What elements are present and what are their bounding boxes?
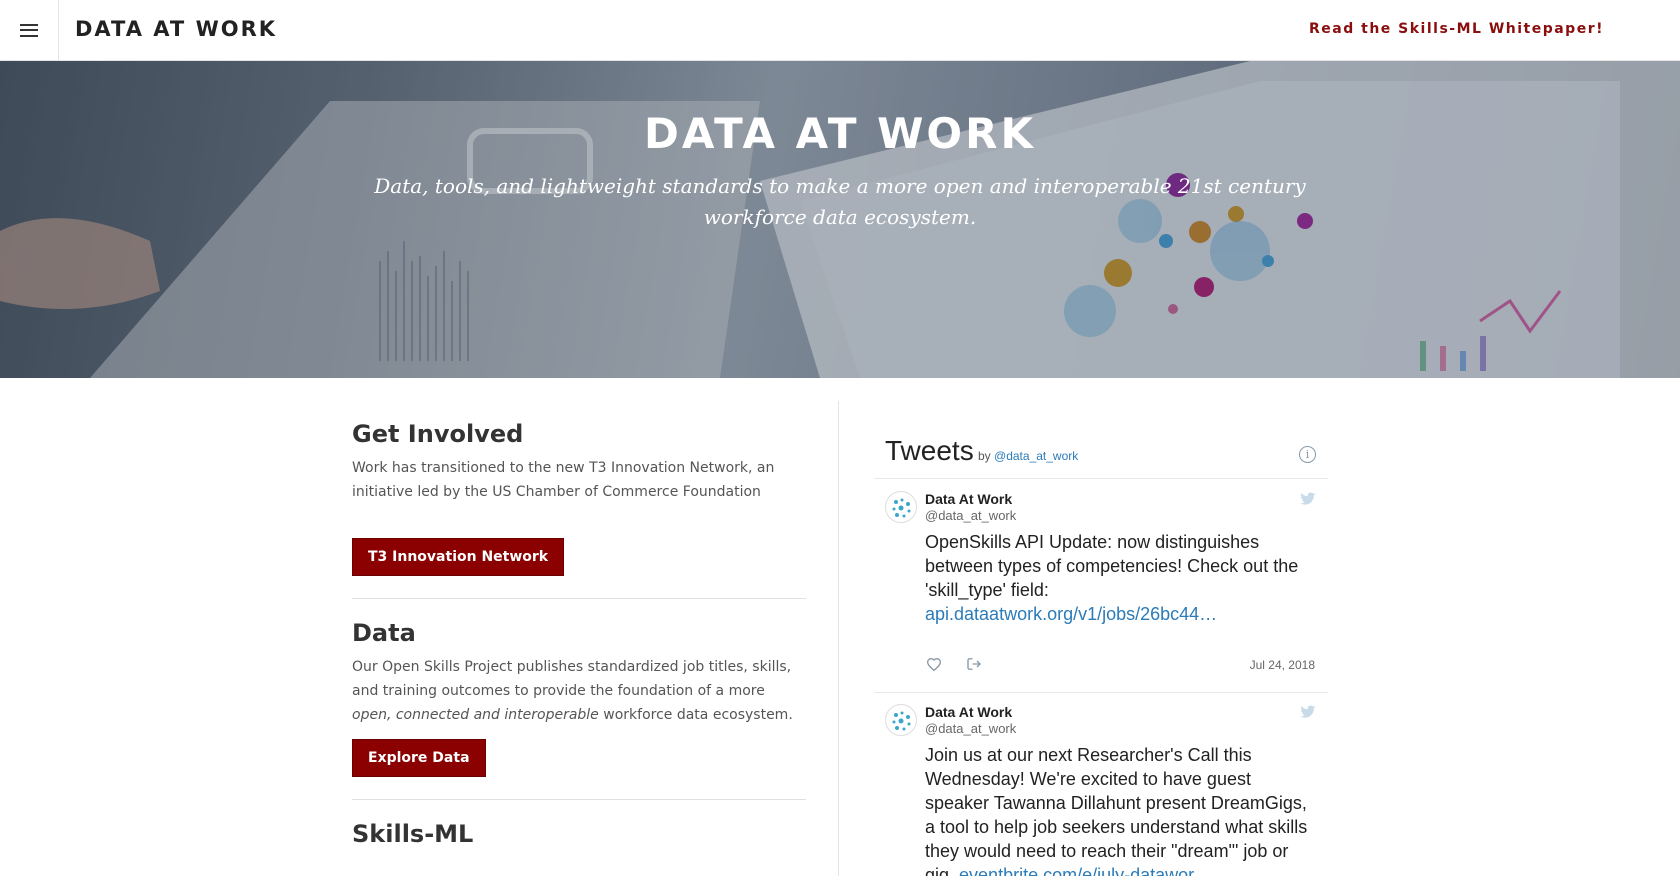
data-text: Our Open Skills Project publishes standa… <box>352 655 806 727</box>
main-content: Get Involved Work has transitioned to th… <box>352 420 806 848</box>
timeline-handle-link[interactable]: @data_at_work <box>994 449 1078 463</box>
get-involved-section: Get Involved Work has transitioned to th… <box>352 420 806 576</box>
tweet-author-handle[interactable]: @data_at_work <box>925 721 1016 736</box>
tweet[interactable]: Data At Work @data_at_work Join us at ou… <box>874 693 1328 876</box>
like-heart-icon[interactable] <box>925 655 943 673</box>
explore-data-button[interactable]: Explore Data <box>352 739 486 777</box>
hero-subtitle: Data, tools, and lightweight standards t… <box>374 174 1306 229</box>
tweet-author-name[interactable]: Data At Work <box>925 704 1012 720</box>
data-text-part: workforce data ecosystem. <box>598 707 793 723</box>
data-text-part: Our Open Skills Project publishes standa… <box>352 659 792 699</box>
avatar-dots-icon <box>892 498 911 518</box>
t3-innovation-network-button[interactable]: T3 Innovation Network <box>352 538 565 576</box>
tweet-author-name[interactable]: Data At Work <box>925 491 1012 507</box>
tweet-link[interactable]: api.dataatwork.org/v1/jobs/26bc44… <box>925 604 1217 624</box>
section-divider <box>352 598 806 599</box>
skills-ml-title: Skills-ML <box>352 820 474 848</box>
get-involved-text: Work has transitioned to the new T3 Inno… <box>352 460 775 500</box>
tweet-link[interactable]: eventbrite.com/e/july-datawor… <box>959 865 1212 876</box>
menu-button[interactable] <box>0 0 59 60</box>
data-section: Data Our Open Skills Project publishes s… <box>352 619 806 777</box>
twitter-bird-icon[interactable] <box>1300 492 1316 506</box>
avatar[interactable] <box>885 704 917 736</box>
site-brand[interactable]: DATA AT WORK <box>75 17 277 41</box>
timeline-header: Tweets by @data_at_work i <box>874 420 1328 479</box>
section-divider <box>352 799 806 800</box>
hero-banner: DATA AT WORK Data, tools, and lightweigh… <box>0 61 1680 378</box>
timeline-title: Tweets <box>885 435 974 466</box>
tweet[interactable]: Data At Work @data_at_work OpenSkills AP… <box>874 480 1328 693</box>
data-text-emphasis: open, connected and interoperable <box>352 707 599 723</box>
tweet-body: OpenSkills API Update: now distinguishes… <box>925 532 1299 600</box>
skills-ml-section: Skills-ML <box>352 820 806 848</box>
share-icon[interactable] <box>965 655 983 673</box>
avatar-dots-icon <box>892 711 911 731</box>
twitter-bird-icon[interactable] <box>1300 705 1316 719</box>
data-title: Data <box>352 619 416 647</box>
tweet-author-handle[interactable]: @data_at_work <box>925 508 1016 523</box>
byline-label: by <box>978 449 991 463</box>
hamburger-menu-icon <box>20 23 38 37</box>
top-navbar: DATA AT WORK Read the Skills-ML Whitepap… <box>0 0 1680 61</box>
twitter-timeline: Tweets by @data_at_work i Data At Work @… <box>874 420 1328 876</box>
tweet-text: Join us at our next Researcher's Call th… <box>925 743 1315 876</box>
whitepaper-link[interactable]: Read the Skills-ML Whitepaper! <box>1309 21 1604 37</box>
hero-title: DATA AT WORK <box>643 109 1037 158</box>
timeline-byline: by @data_at_work <box>978 449 1078 463</box>
tweet-body: Join us at our next Researcher's Call th… <box>925 745 1308 876</box>
info-icon[interactable]: i <box>1299 446 1316 463</box>
column-divider <box>838 401 839 876</box>
get-involved-title: Get Involved <box>352 420 524 448</box>
tweet-text: OpenSkills API Update: now distinguishes… <box>925 530 1315 626</box>
avatar[interactable] <box>885 491 917 523</box>
tweet-date[interactable]: Jul 24, 2018 <box>1250 658 1315 672</box>
